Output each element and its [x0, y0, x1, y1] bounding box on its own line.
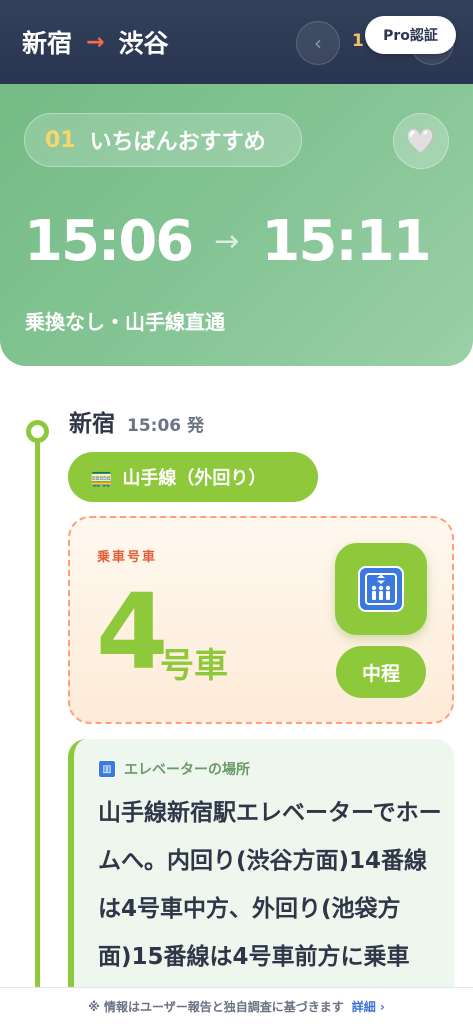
boarding-car-card: 乗車号車 4 号車 中程: [68, 516, 454, 724]
route-summary-text: 乗換なし・山手線直通: [25, 310, 225, 334]
departure-time: 15:06: [24, 209, 194, 274]
route-title: 新宿 → 渋谷: [22, 24, 168, 60]
footer-disclaimer: ※ 情報はユーザー報告と独自調査に基づきます 詳細 ›: [0, 987, 473, 1024]
timeline-station-dot: [26, 420, 49, 443]
elevator-icon: ▥: [98, 760, 116, 778]
car-position-button[interactable]: 中程: [336, 646, 426, 698]
timeline-line: [35, 440, 40, 1024]
train-icon: 🚃: [90, 466, 113, 488]
rank-number: 01: [45, 127, 76, 153]
elevator-info-text: 山手線新宿駅エレベーターでホームへ。内回り(渋谷方面)14番線は4号車中方、外回…: [98, 800, 442, 970]
route-header: 新宿 → 渋谷 ‹ 1 › Pro認証: [0, 0, 473, 84]
elevator-icon: [358, 566, 404, 612]
origin-station: 新宿: [22, 29, 73, 58]
route-arrow-icon: →: [86, 29, 105, 55]
route-detail-screen: 新宿 → 渋谷 ‹ 1 › Pro認証 01 いちばんおすすめ 🤍 15:06 …: [0, 0, 473, 1024]
car-unit: 号車: [160, 646, 228, 686]
route-summary-card: 01 いちばんおすすめ 🤍 15:06 → 15:11 乗換なし・山手線直通: [0, 84, 473, 366]
destination-station: 渋谷: [118, 29, 169, 58]
rank-label: いちばんおすすめ: [89, 130, 266, 155]
heart-icon: 🤍: [406, 127, 436, 155]
favorite-button[interactable]: 🤍: [393, 113, 449, 169]
station-row: 新宿 15:06 発: [69, 404, 204, 438]
time-arrow-icon: →: [214, 224, 240, 259]
route-page-number: 1: [352, 31, 364, 51]
elevator-info-title-text: エレベーターの場所: [124, 762, 250, 778]
disclaimer-text: ※ 情報はユーザー報告と独自調査に基づきます: [88, 999, 344, 1014]
station-departure-time: 15:06 発: [127, 416, 205, 436]
boarding-car-label: 乗車号車: [97, 550, 158, 565]
elevator-people-icon: [365, 573, 397, 605]
elevator-info-card: ▥ エレベーターの場所 山手線新宿駅エレベーターでホームへ。内回り(渋谷方面)1…: [68, 739, 454, 1019]
car-number: 4: [96, 571, 169, 693]
pro-auth-button[interactable]: Pro認証: [365, 16, 456, 54]
chevron-left-icon: ‹: [314, 31, 322, 55]
time-range: 15:06 → 15:11: [24, 209, 432, 274]
prev-route-button[interactable]: ‹: [296, 21, 340, 65]
arrival-time: 15:11: [261, 209, 431, 274]
elevator-info-title: ▥ エレベーターの場所: [98, 759, 250, 779]
train-line-badge[interactable]: 🚃 山手線（外回り）: [68, 452, 318, 502]
station-name: 新宿: [69, 411, 115, 437]
elevator-button[interactable]: [335, 543, 427, 635]
train-line-name: 山手線（外回り）: [122, 468, 267, 489]
rank-badge: 01 いちばんおすすめ: [24, 113, 302, 167]
details-link[interactable]: 詳細 ›: [352, 998, 385, 1015]
